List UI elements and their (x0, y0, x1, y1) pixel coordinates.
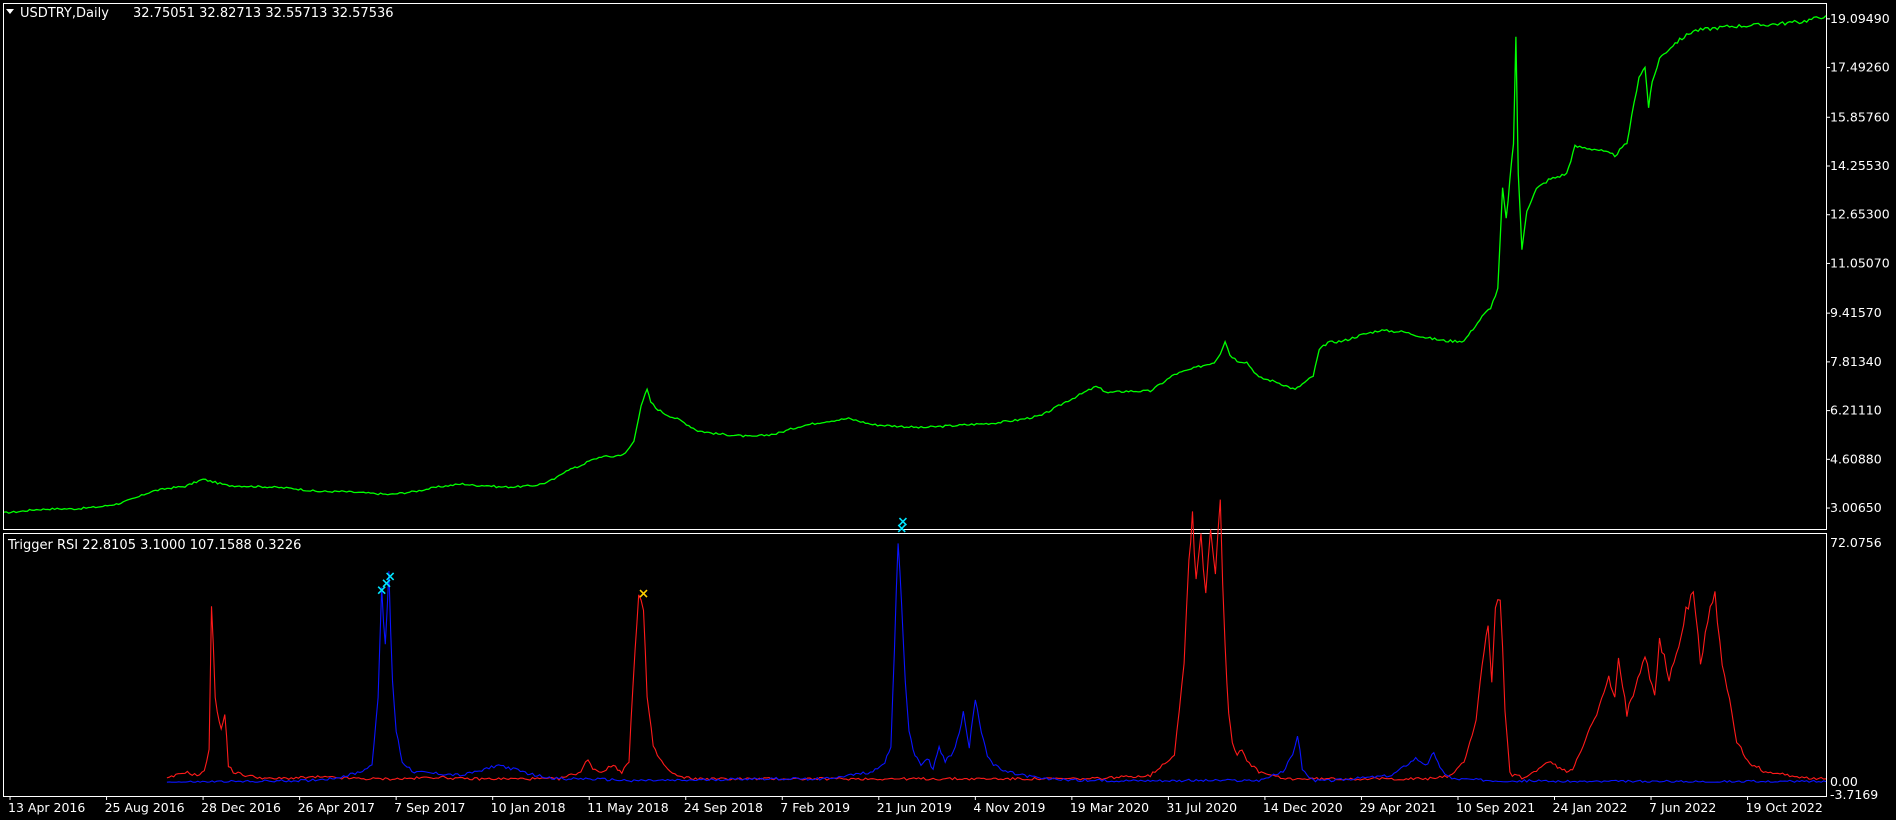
time-axis-label: 28 Dec 2016 (201, 800, 281, 815)
time-axis-label: 19 Mar 2020 (1070, 800, 1149, 815)
price-axis-label: 4.60880 (1830, 451, 1882, 466)
chart-canvas: USDTRY,Daily 32.75051 32.82713 32.55713 … (0, 0, 1896, 820)
time-axis-label: 4 Nov 2019 (973, 800, 1045, 815)
price-axis-label: 14.25530 (1830, 158, 1890, 173)
price-axis-label: 17.49260 (1830, 60, 1890, 75)
time-axis-label: 19 Oct 2022 (1746, 800, 1823, 815)
time-axis-label: 31 Jul 2020 (1166, 800, 1237, 815)
time-axis-label: 21 Jun 2019 (877, 800, 952, 815)
rsi-axis-label: 72.0756 (1830, 535, 1882, 550)
ohlc-values: 32.75051 32.82713 32.55713 32.57536 (133, 6, 394, 21)
symbol-header: USDTRY,Daily (20, 6, 109, 21)
time-axis-label: 24 Sep 2018 (684, 800, 763, 815)
price-axis-label: 12.65300 (1830, 207, 1890, 222)
price-axis-label: 15.85760 (1830, 109, 1890, 124)
price-axis-label: 11.05070 (1830, 255, 1890, 270)
price-axis-label: 9.41570 (1830, 305, 1882, 320)
time-axis-label: 7 Jun 2022 (1649, 800, 1716, 815)
time-axis-label: 13 Apr 2016 (8, 800, 85, 815)
price-axis-label: 19.09490 (1830, 11, 1890, 26)
time-axis-label: 26 Apr 2017 (298, 800, 375, 815)
time-axis-label: 7 Sep 2017 (394, 800, 465, 815)
time-axis-label: 10 Jan 2018 (491, 800, 566, 815)
time-axis-label: 7 Feb 2019 (780, 800, 850, 815)
time-axis-label: 24 Jan 2022 (1553, 800, 1628, 815)
rsi-axis-label: -3.7169 (1830, 787, 1878, 802)
chart-background (0, 0, 1896, 820)
time-axis-label: 10 Sep 2021 (1456, 800, 1535, 815)
price-axis-label: 6.21110 (1830, 403, 1882, 418)
indicator-header: Trigger RSI 22.8105 3.1000 107.1588 0.32… (7, 538, 301, 553)
time-axis-label: 25 Aug 2016 (105, 800, 185, 815)
time-axis-label: 29 Apr 2021 (1359, 800, 1436, 815)
time-axis-label: 14 Dec 2020 (1263, 800, 1343, 815)
price-axis-label: 3.00650 (1830, 500, 1882, 515)
price-axis-label: 7.81340 (1830, 354, 1882, 369)
time-axis-label: 11 May 2018 (587, 800, 669, 815)
